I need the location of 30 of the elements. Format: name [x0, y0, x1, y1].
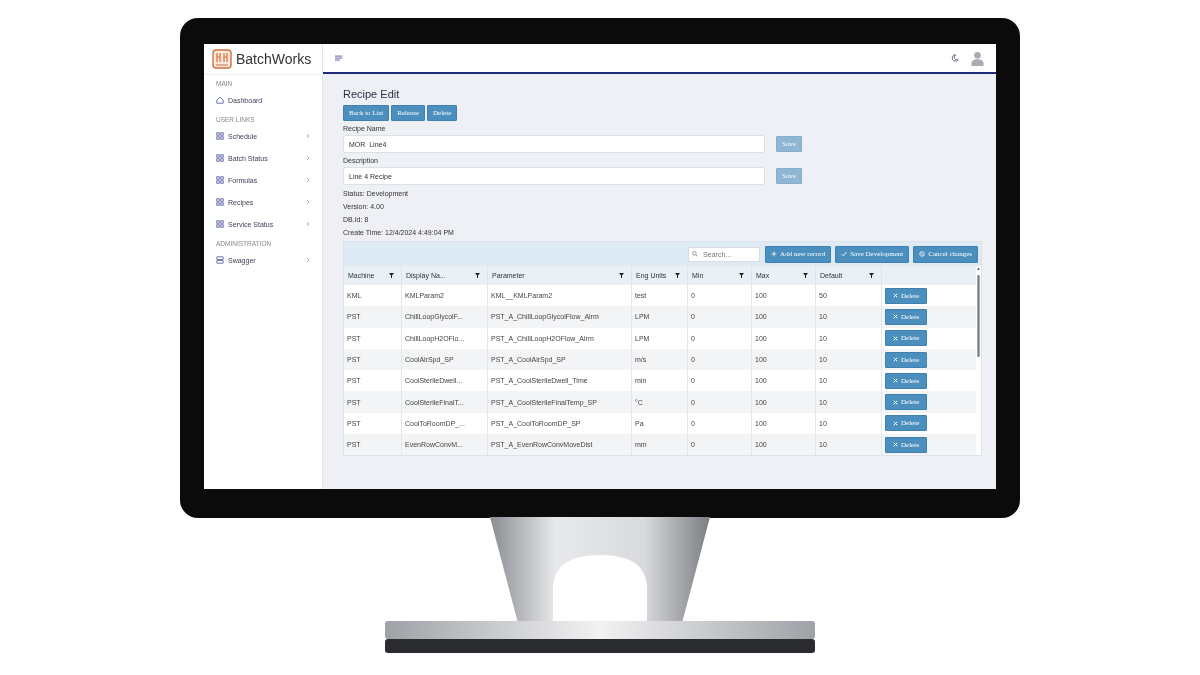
close-icon	[893, 378, 898, 384]
close-icon	[893, 420, 898, 426]
search-icon	[692, 251, 699, 257]
logo-icon	[212, 49, 232, 69]
plus-icon	[771, 251, 778, 257]
server-icon	[216, 256, 224, 264]
filter-icon[interactable]	[739, 273, 744, 278]
close-icon	[893, 293, 898, 299]
close-icon	[893, 442, 898, 448]
close-icon	[893, 357, 898, 363]
grid-icon	[216, 176, 224, 184]
check-icon	[841, 251, 848, 257]
grid-icon	[216, 198, 224, 206]
home-icon	[216, 96, 224, 104]
filter-icon[interactable]	[869, 273, 874, 278]
filter-icon[interactable]	[675, 273, 680, 278]
grid-icon	[216, 132, 224, 140]
filter-icon[interactable]	[619, 273, 624, 278]
grid-icon	[216, 220, 224, 228]
filter-icon[interactable]	[803, 273, 808, 278]
close-icon	[893, 399, 898, 405]
close-icon	[893, 314, 898, 320]
filter-icon[interactable]	[389, 273, 394, 278]
moon-icon[interactable]	[951, 54, 959, 62]
cancel-icon	[919, 251, 926, 257]
filter-icon[interactable]	[475, 273, 480, 278]
close-icon	[893, 335, 898, 341]
page-title: Recipe Edit	[343, 88, 401, 100]
grid-icon	[216, 154, 224, 162]
app-logo-text: BatchWorks	[236, 51, 312, 67]
